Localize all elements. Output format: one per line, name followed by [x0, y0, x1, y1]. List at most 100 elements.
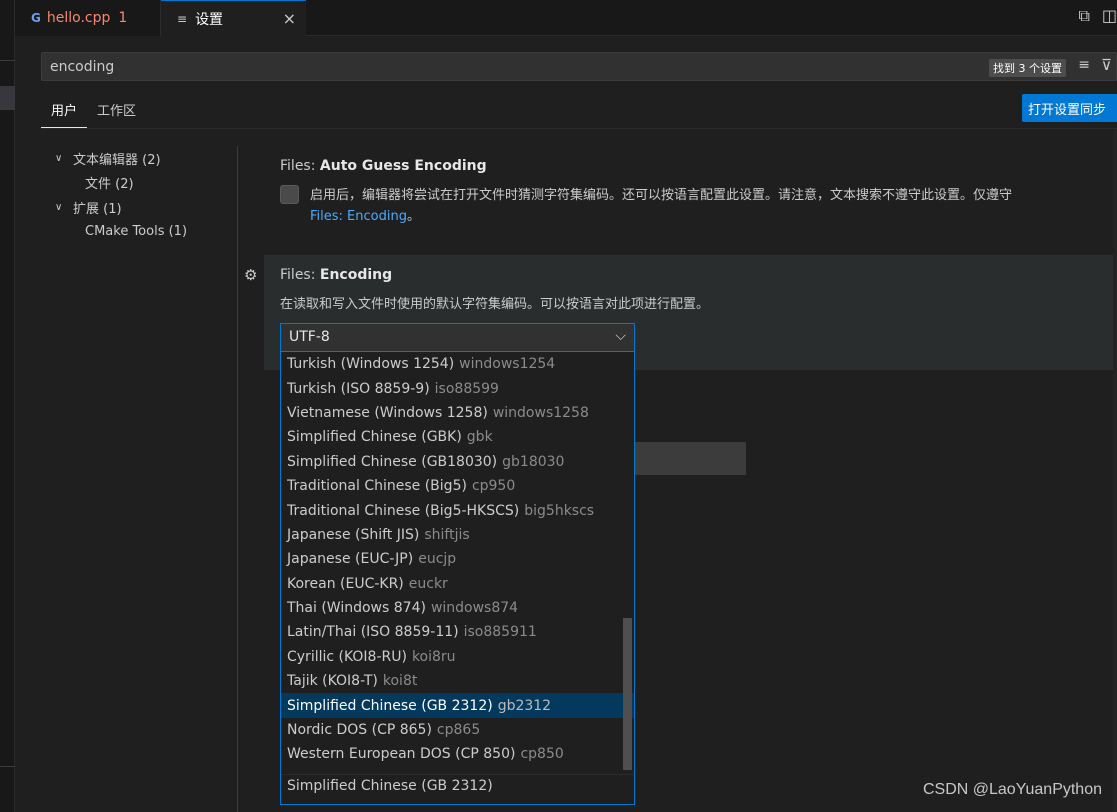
- tab-user[interactable]: 用户: [41, 96, 88, 128]
- option-label: Cyrillic (KOI8-RU): [287, 648, 407, 665]
- tab-workspace[interactable]: 工作区: [87, 96, 146, 128]
- settings-scope-tabs: 用户 工作区: [41, 96, 146, 128]
- encoding-option[interactable]: Turkish (ISO 8859-9) iso88599: [281, 376, 634, 400]
- activity-divider: [0, 766, 15, 767]
- dropdown-divider: [281, 774, 634, 775]
- toc-item-extensions[interactable]: ∨ 扩展 (1): [55, 195, 235, 220]
- encoding-option[interactable]: Japanese (EUC-JP) eucjp: [281, 547, 634, 571]
- option-code: cp850: [520, 746, 564, 763]
- filter-icon[interactable]: ⊽: [1101, 56, 1112, 74]
- scope-divider: [41, 128, 1117, 129]
- activity-divider: [0, 60, 15, 61]
- setting-category: Files:: [280, 158, 320, 174]
- encoding-option[interactable]: Cyrillic (KOI8-RU) koi8ru: [281, 645, 634, 669]
- toc-label: CMake Tools (1): [85, 224, 188, 240]
- encoding-option[interactable]: Simplified Chinese (GBK) gbk: [281, 425, 634, 449]
- encoding-select[interactable]: UTF-8 ⌵: [280, 323, 635, 352]
- encoding-option[interactable]: Simplified Chinese (GB 2312) gb2312: [281, 693, 634, 718]
- encoding-option[interactable]: Simplified Chinese (GB18030) gb18030: [281, 450, 634, 474]
- settings-sync-button[interactable]: 打开设置同步: [1022, 94, 1117, 122]
- tab-settings[interactable]: ≡ 设置 ×: [161, 0, 306, 36]
- encoding-dropdown-list: Turkish (Windows 1254) windows1254 Turkish…: [280, 352, 635, 805]
- setting-description: 在读取和写入文件时使用的默认字符集编码。可以按语言对此项进行配置。: [280, 297, 710, 312]
- dropdown-scrollbar[interactable]: [623, 618, 632, 770]
- selected-value: UTF-8: [289, 329, 330, 345]
- option-label: Korean (EUC-KR): [287, 575, 404, 592]
- settings-search-box: 找到 3 个设置 ≡ ⊽: [41, 52, 1117, 81]
- clear-filter-icon[interactable]: ≡: [1078, 57, 1090, 73]
- toc-item-text-editor[interactable]: ∨ 文本编辑器 (2): [55, 146, 235, 171]
- encoding-option[interactable]: Traditional Chinese (Big5) cp950: [281, 474, 634, 498]
- option-code: windows1258: [492, 404, 589, 421]
- option-code: iso88599: [434, 380, 499, 397]
- hidden-input-behind-dropdown: [634, 442, 746, 475]
- option-label: Simplified Chinese (GB 2312): [287, 697, 493, 714]
- option-label: Japanese (Shift JIS): [287, 526, 420, 543]
- tab-hello-cpp[interactable]: G hello.cpp 1: [15, 0, 161, 36]
- option-code: cp950: [471, 478, 516, 495]
- toc-divider: [237, 146, 238, 812]
- encoding-option[interactable]: Turkish (Windows 1254) windows1254: [281, 352, 634, 376]
- encoding-option[interactable]: Nordic DOS (CP 865) cp865: [281, 718, 634, 742]
- settings-search-input[interactable]: [42, 53, 942, 80]
- tab-label: 设置: [195, 11, 224, 28]
- option-code: cp865: [436, 722, 481, 739]
- settings-editor-icon: ≡: [177, 11, 188, 26]
- encoding-option[interactable]: Vietnamese (Windows 1258) windows1258: [281, 401, 634, 425]
- option-code: windows1254: [459, 356, 556, 373]
- setting-category: Files:: [280, 267, 320, 283]
- option-code: windows874: [430, 600, 519, 617]
- encoding-option[interactable]: Korean (EUC-KR) euckr: [281, 572, 634, 596]
- tab-label: hello.cpp: [46, 10, 111, 26]
- option-label: Thai (Windows 874): [287, 600, 426, 617]
- encoding-option[interactable]: Traditional Chinese (Big5-HKSCS) big5hksc…: [281, 498, 634, 522]
- option-label: Traditional Chinese (Big5-HKSCS): [287, 502, 520, 519]
- option-code: big5hkscs: [524, 502, 595, 519]
- gear-icon[interactable]: ⚙: [244, 266, 257, 284]
- option-label: Latin/Thai (ISO 8859-11): [287, 624, 459, 641]
- files-encoding-link[interactable]: Files: Encoding: [310, 209, 407, 224]
- option-label: Simplified Chinese (GBK): [287, 429, 462, 446]
- close-icon[interactable]: ×: [283, 9, 296, 28]
- toc-label: 扩展 (1): [73, 201, 122, 217]
- option-label: Turkish (Windows 1254): [287, 356, 455, 373]
- activity-active-marker[interactable]: [0, 86, 15, 110]
- editor-scrollbar[interactable]: [1113, 130, 1117, 812]
- setting-title-auto-guess: Files: Auto Guess Encoding: [280, 158, 487, 174]
- toc-item-cmake-tools[interactable]: CMake Tools (1): [55, 220, 235, 245]
- option-label: Japanese (EUC-JP): [287, 551, 414, 568]
- option-label: Turkish (ISO 8859-9): [287, 380, 430, 397]
- encoding-option[interactable]: Latin/Thai (ISO 8859-11) iso885911: [281, 620, 634, 644]
- option-code: eucjp: [418, 551, 457, 568]
- encoding-option[interactable]: Thai (Windows 874) windows874: [281, 596, 634, 620]
- editor-tab-bar: G hello.cpp 1 ≡ 设置 × ⧉ ◫: [15, 0, 1117, 36]
- option-code: gbk: [466, 429, 493, 446]
- toc-item-files[interactable]: 文件 (2): [55, 171, 235, 196]
- toc-label: 文件 (2): [85, 177, 134, 193]
- activity-bar: [0, 0, 15, 812]
- open-settings-json-icon[interactable]: ⧉: [1078, 6, 1089, 26]
- chevron-down-icon: ⌵: [615, 328, 626, 344]
- option-code: gb18030: [502, 453, 565, 470]
- encoding-option[interactable]: Western European DOS (CP 850) cp850: [281, 742, 634, 766]
- encoding-option[interactable]: Tajik (KOI8-T) koi8t: [281, 669, 634, 693]
- chevron-down-icon: ∨: [55, 152, 63, 164]
- cpp-file-icon: G: [31, 11, 41, 25]
- problem-count-badge: 1: [118, 10, 128, 26]
- description-end: 。: [406, 209, 420, 224]
- settings-toc: ∨ 文本编辑器 (2) 文件 (2) ∨ 扩展 (1) CMake Tools …: [55, 146, 235, 244]
- option-code: gb2312: [497, 697, 552, 714]
- editor-actions: ⧉ ◫: [1078, 6, 1117, 26]
- encoding-option[interactable]: Japanese (Shift JIS) shiftjis: [281, 523, 634, 547]
- watermark: CSDN @LaoYuanPython: [922, 781, 1102, 798]
- option-label: Tajik (KOI8-T): [287, 673, 378, 690]
- setting-title-encoding: Files: Encoding: [280, 267, 392, 283]
- split-editor-icon[interactable]: ◫: [1102, 6, 1117, 26]
- option-label: Traditional Chinese (Big5): [287, 478, 467, 495]
- dropdown-option-description: Simplified Chinese (GB 2312): [287, 778, 493, 794]
- description-text: 启用后，编辑器将尝试在打开文件时猜测字符集编码。还可以按语言配置此设置。请注意，…: [310, 188, 1013, 203]
- toc-label: 文本编辑器 (2): [73, 152, 161, 168]
- option-label: Nordic DOS (CP 865): [287, 722, 432, 739]
- option-label: Western European DOS (CP 850): [287, 746, 516, 763]
- auto-guess-checkbox[interactable]: [280, 185, 299, 204]
